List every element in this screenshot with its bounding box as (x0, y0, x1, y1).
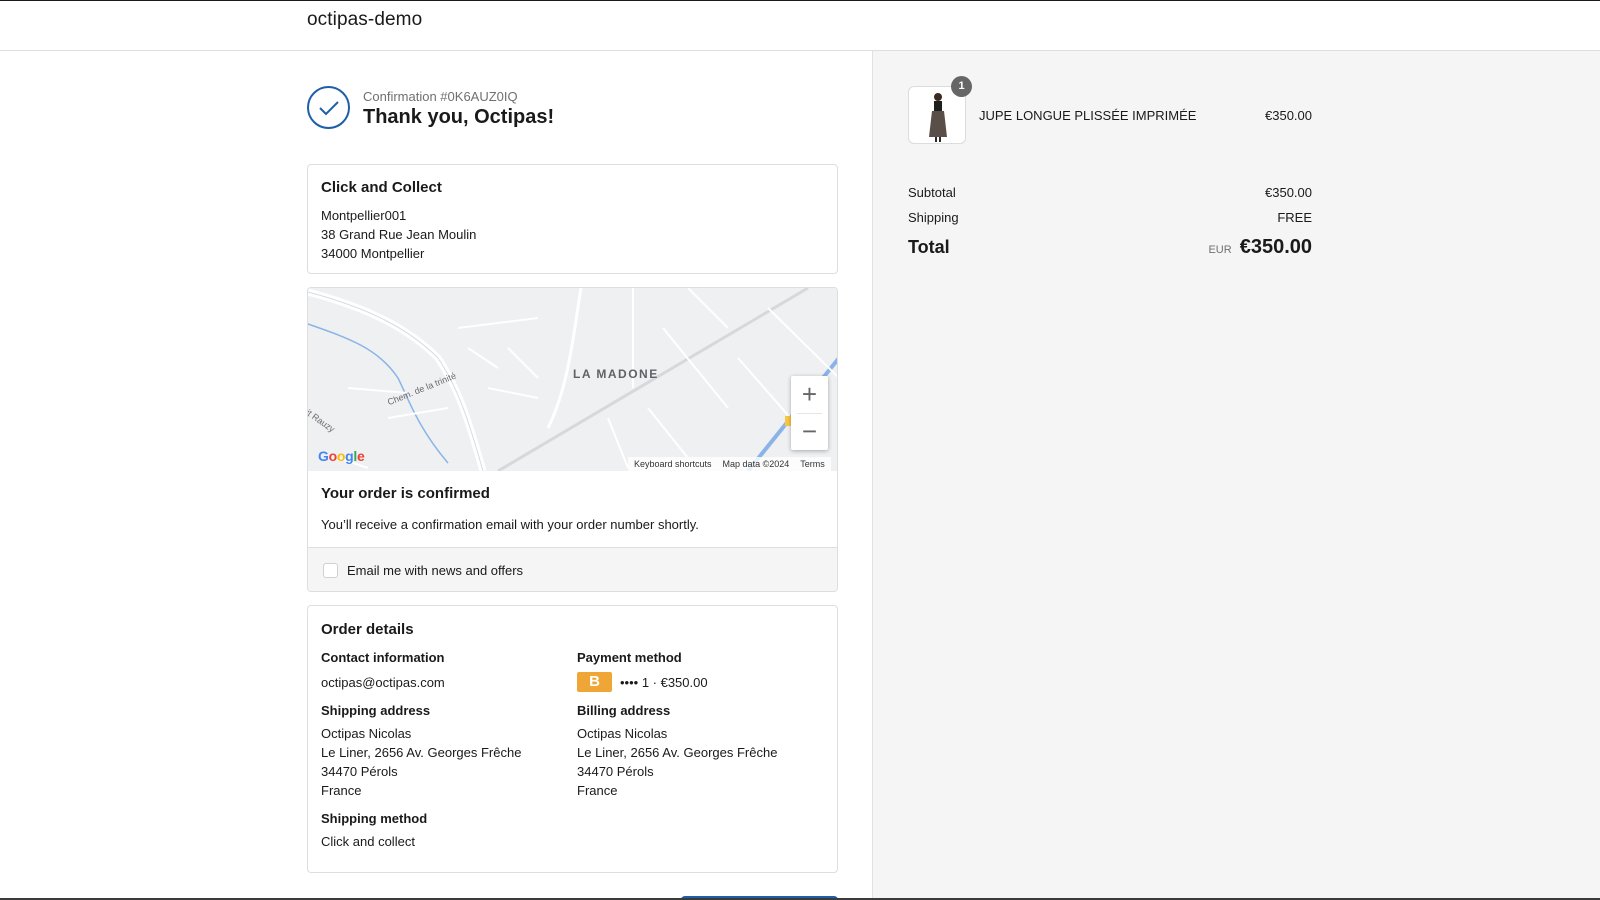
zoom-in-button[interactable]: + (791, 376, 828, 413)
order-confirmed-title: Your order is confirmed (321, 485, 490, 502)
payment-method: B •••• 1 · €350.00 (577, 672, 777, 692)
pickup-box: Click and Collect Montpellier001 38 Gran… (307, 164, 838, 274)
total-row: Total EUR €350.00 (908, 236, 1312, 259)
order-summary-panel (872, 51, 1600, 900)
order-details-title: Order details (321, 621, 414, 638)
header: octipas-demo (0, 1, 1600, 51)
pickup-title: Click and Collect (321, 179, 442, 196)
contact-email: octipas@octipas.com (321, 675, 445, 690)
quantity-badge: 1 (951, 76, 972, 97)
product-price: €350.00 (1265, 108, 1312, 123)
zoom-out-button[interactable]: − (791, 413, 828, 450)
billing-address: Octipas Nicolas Le Liner, 2656 Av. Georg… (577, 726, 778, 798)
contact-label: Contact information (321, 650, 445, 665)
order-details-right-column: Payment method B •••• 1 · €350.00 Billin… (577, 650, 777, 800)
product-name: JUPE LONGUE PLISSÉE IMPRIMÉE (979, 108, 1197, 123)
pickup-line: Montpellier001 (321, 208, 407, 223)
pickup-line: 34000 Montpellier (321, 246, 425, 261)
terms-link[interactable]: Terms (800, 459, 825, 469)
order-details-box: Order details Contact information octipa… (307, 605, 838, 873)
confirmation-number: Confirmation #0K6AUZ0IQ (363, 89, 518, 104)
map[interactable]: LA MADONE Chem. de la trinité tit Rauzy … (308, 288, 837, 471)
subtotal-label: Subtotal (908, 185, 956, 200)
shipping-label: Shipping (908, 210, 959, 225)
shipping-method: Click and collect (321, 834, 415, 849)
total-amount-group: EUR €350.00 (1208, 236, 1312, 259)
billing-address-label: Billing address (577, 703, 671, 718)
shipping-address-label: Shipping address (321, 703, 431, 718)
check-icon (307, 86, 350, 129)
shipping-value: FREE (1277, 210, 1312, 225)
shipping-row: Shipping FREE (908, 210, 1312, 225)
map-attribution: Keyboard shortcuts Map data ©2024 Terms (628, 457, 831, 471)
map-zoom-control: + − (791, 376, 828, 450)
map-data-text: Map data ©2024 (722, 459, 790, 469)
page-title: Thank you, Octipas! (363, 106, 555, 128)
order-confirmed-text: You’ll receive a confirmation email with… (321, 517, 699, 532)
pickup-line: 38 Grand Rue Jean Moulin (321, 227, 477, 242)
order-details-left-column: Contact information octipas@octipas.com … (321, 650, 521, 851)
email-opt-in-checkbox[interactable] (323, 563, 338, 578)
subtotal-value: €350.00 (1265, 185, 1312, 200)
pickup-address: Montpellier001 38 Grand Rue Jean Moulin … (321, 206, 476, 263)
google-logo[interactable]: Google (318, 448, 365, 464)
card-brand-icon: B (577, 672, 612, 692)
subtotal-row: Subtotal €350.00 (908, 185, 1312, 200)
shipping-address: Octipas Nicolas Le Liner, 2656 Av. Georg… (321, 726, 522, 798)
payment-method-label: Payment method (577, 650, 682, 665)
email-opt-in-row[interactable]: Email me with news and offers (308, 547, 837, 591)
keyboard-shortcuts-link[interactable]: Keyboard shortcuts (634, 459, 712, 469)
email-opt-in-label[interactable]: Email me with news and offers (347, 563, 523, 578)
payment-details: •••• 1 · €350.00 (620, 674, 708, 690)
total-label: Total (908, 237, 950, 257)
shipping-method-label: Shipping method (321, 811, 428, 826)
total-amount: €350.00 (1239, 236, 1312, 258)
currency-code: EUR (1208, 244, 1232, 256)
shop-name[interactable]: octipas-demo (307, 9, 422, 31)
order-status-box: LA MADONE Chem. de la trinité tit Rauzy … (307, 287, 838, 592)
map-area-label: LA MADONE (573, 367, 659, 381)
